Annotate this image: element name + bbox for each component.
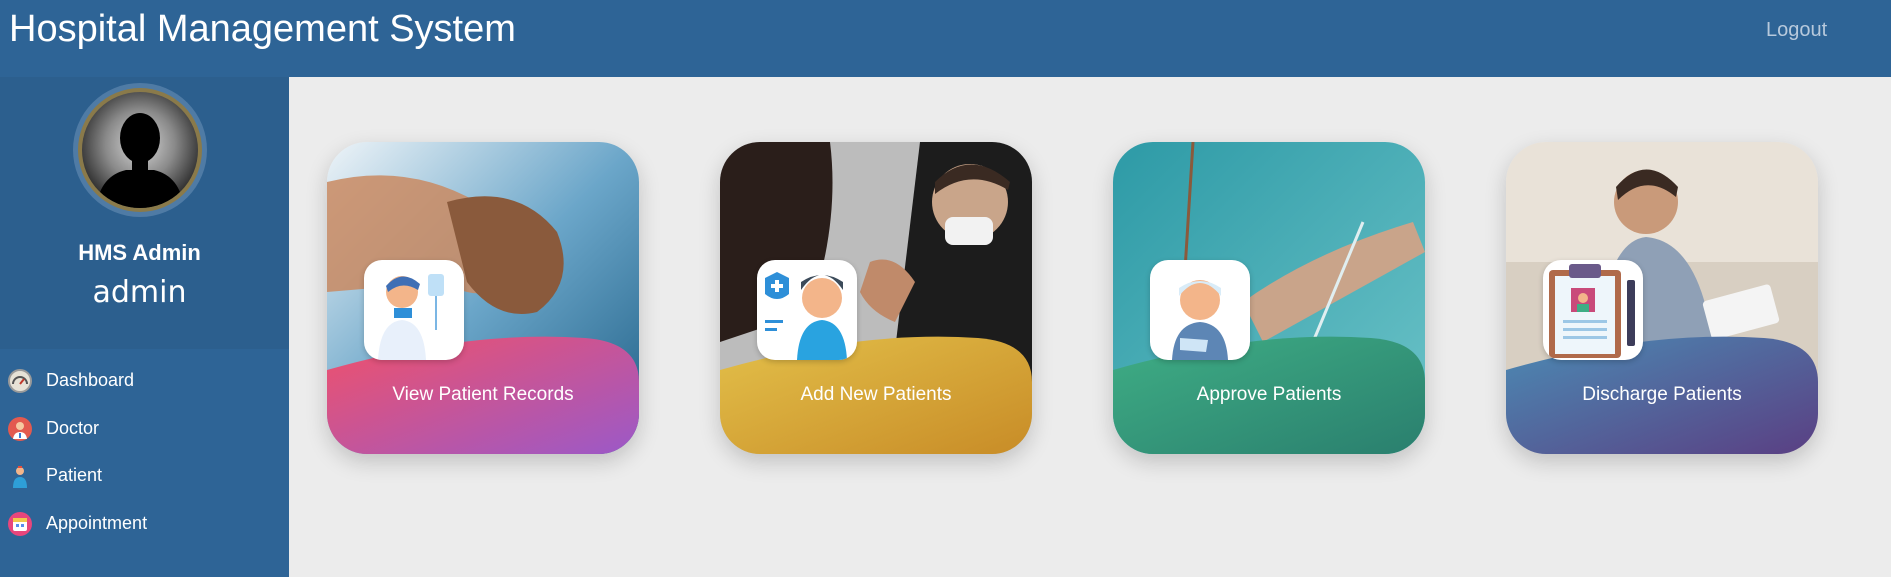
sidebar-item-label: Dashboard — [46, 370, 135, 390]
add-patient-icon — [757, 260, 857, 360]
sidebar-item-label: Doctor — [46, 418, 100, 438]
card-label: View Patient Records — [392, 384, 574, 405]
doctor-icon — [8, 417, 32, 441]
sidebar-item-patient[interactable]: Patient — [0, 456, 289, 496]
admin-role: admin — [92, 275, 187, 310]
card-label: Approve Patients — [1196, 384, 1342, 405]
card-approve-patients[interactable]: Approve Patients — [1113, 142, 1425, 454]
card-label: Add New Patients — [800, 384, 952, 405]
sidebar-item-appointment[interactable]: Appointment — [0, 504, 289, 544]
sidebar-item-dashboard[interactable]: Dashboard — [0, 361, 289, 401]
card-label: Discharge Patients — [1582, 384, 1742, 405]
card-add-new-patients[interactable]: Add New Patients — [720, 142, 1032, 454]
dashboard-gauge-icon — [8, 369, 32, 393]
admin-name: HMS Admin — [78, 240, 201, 265]
card-view-patient-records[interactable]: View Patient Records — [327, 142, 639, 454]
approve-patient-icon — [1150, 260, 1250, 360]
patient-icon — [8, 464, 32, 488]
user-silhouette-icon — [82, 92, 198, 208]
patient-records-icon — [364, 260, 464, 360]
top-header: Hospital Management System Logout — [0, 0, 1891, 77]
card-discharge-patients[interactable]: Discharge Patients — [1506, 142, 1818, 454]
discharge-clipboard-icon — [1543, 260, 1643, 360]
sidebar: HMS Admin admin Dashboard Doctor Patient… — [0, 77, 289, 577]
avatar — [73, 83, 207, 217]
sidebar-item-label: Patient — [46, 465, 103, 485]
app-title: Hospital Management System — [9, 8, 516, 50]
logout-link[interactable]: Logout — [1766, 19, 1827, 42]
admin-profile: HMS Admin admin — [0, 77, 289, 349]
calendar-icon — [8, 512, 32, 536]
sidebar-item-label: Appointment — [46, 513, 148, 533]
sidebar-item-doctor[interactable]: Doctor — [0, 409, 289, 449]
